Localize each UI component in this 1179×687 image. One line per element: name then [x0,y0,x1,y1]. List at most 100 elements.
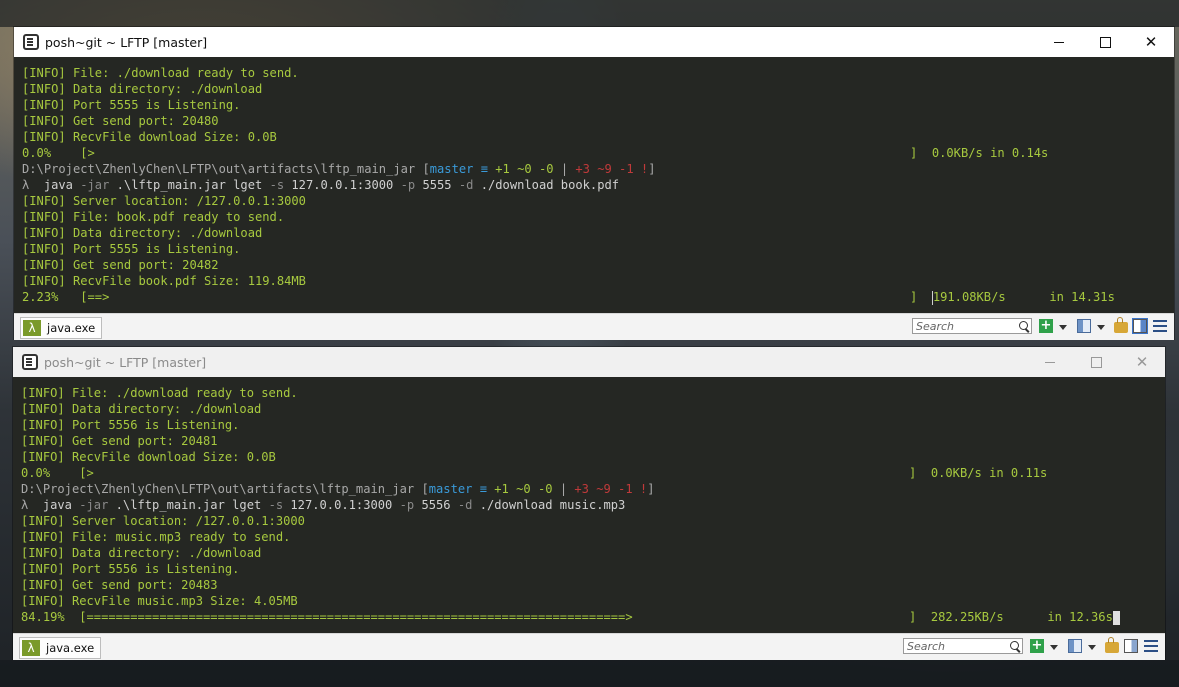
lock-icon[interactable] [1105,637,1119,653]
prompt-bracket-close: ] [648,162,656,176]
log-line: [INFO] Port 5555 is Listening. [22,98,241,112]
log-line: [INFO] Get send port: 20480 [22,114,219,128]
command-line: λ java -jar .\lftp_main.jar lget -s 127.… [21,497,625,513]
new-console-button[interactable]: + [1030,639,1044,653]
progress-stats: ] 191.08KB/s in 14.31s [910,289,1115,305]
tab-label: java.exe [47,321,96,335]
prompt-bracket-open: [ [422,162,430,176]
lock-icon[interactable] [1114,317,1128,333]
git-staged: +1 ~0 -0 [495,162,561,176]
tab-label: java.exe [46,641,95,655]
cmd-flag: -p [400,178,423,192]
log-line: [INFO] Port 5555 is Listening. [22,242,241,256]
progress-line: 0.0% [>] 0.0KB/s in 0.14s [22,145,1174,161]
desktop-background [0,0,1179,27]
window-title: posh~git ~ LFTP [master] [44,354,207,370]
progress-bar: [> [79,466,94,480]
new-console-dropdown-icon[interactable] [1059,325,1067,330]
maximize-icon [1090,356,1102,368]
terminal-window-1[interactable]: posh~git ~ LFTP [master] ✕ [INFO] File: … [14,27,1174,340]
status-bar: λ java.exe Search + [13,633,1165,660]
progress-percent: 84.19% [21,610,80,624]
git-unstaged: +3 ~9 -1 ! [574,482,648,496]
new-console-dropdown-icon[interactable] [1050,645,1058,650]
terminal-output[interactable]: [INFO] File: ./download ready to send. [I… [13,377,1165,633]
log-line: [INFO] Data directory: ./download [22,82,263,96]
minimize-button[interactable] [1036,27,1082,57]
progress-percent: 2.23% [22,290,81,304]
progress-end: ] [909,610,931,624]
panel-dropdown-icon[interactable] [1097,325,1105,330]
title-bar[interactable]: posh~git ~ LFTP [master] ✕ [13,347,1165,377]
panel-dropdown-icon[interactable] [1088,645,1096,650]
terminal-window-2[interactable]: posh~git ~ LFTP [master] ✕ [INFO] File: … [13,347,1165,660]
console-tab[interactable]: λ java.exe [20,317,102,339]
maximize-icon [1099,36,1111,48]
log-line: [INFO] Port 5556 is Listening. [21,562,240,576]
search-input[interactable]: Search [912,318,1032,334]
cmd-flag: -jar [79,498,116,512]
cmd-arg: 127.0.0.1:3000 [290,498,400,512]
new-console-button[interactable]: + [1039,319,1053,333]
title-bar[interactable]: posh~git ~ LFTP [master] ✕ [14,27,1174,57]
window-title: posh~git ~ LFTP [master] [45,34,208,50]
text-cursor [1112,610,1120,625]
progress-end: ] [910,290,932,304]
panel-icon[interactable] [1068,639,1082,653]
cmd-arg: 127.0.0.1:3000 [291,178,401,192]
close-icon: ✕ [1144,33,1158,51]
git-separator: | [560,162,576,176]
log-line: [INFO] Server location: /127.0.0.1:3000 [22,194,306,208]
log-line: [INFO] RecvFile download Size: 0.0B [22,130,277,144]
cmd-arg: ./download music.mp3 [479,498,626,512]
progress-percent: 0.0% [21,466,80,480]
split-view-icon[interactable] [1132,318,1148,334]
progress-end: ] [909,466,931,480]
progress-line: 84.19% [================================… [21,609,1165,625]
transfer-speed: 0.0KB/s in 0.14s [931,146,1049,160]
maximize-button[interactable] [1073,347,1119,377]
transfer-time: in 12.36s [1003,610,1113,624]
prompt-bracket-open: [ [421,482,429,496]
search-icon [1010,641,1019,650]
progress-end: ] [910,146,932,160]
log-line: [INFO] RecvFile book.pdf Size: 119.84MB [22,274,306,288]
lambda-icon: λ [22,640,40,656]
progress-bar: [> [80,146,95,160]
terminal-output[interactable]: [INFO] File: ./download ready to send. [I… [14,57,1174,313]
log-line: [INFO] Server location: /127.0.0.1:3000 [21,514,305,528]
close-button[interactable]: ✕ [1119,347,1165,377]
git-unstaged: +3 ~9 -1 ! [575,162,649,176]
progress-line: 0.0% [>] 0.0KB/s in 0.11s [21,465,1165,481]
panel-icon[interactable] [1077,319,1091,333]
log-line: [INFO] RecvFile download Size: 0.0B [21,450,276,464]
maximize-button[interactable] [1082,27,1128,57]
console-tab[interactable]: λ java.exe [19,637,101,659]
close-button[interactable]: ✕ [1128,27,1174,57]
cmd-arg: 5556 [421,498,458,512]
git-branch: master ≡ [428,482,495,496]
transfer-speed: 0.0KB/s in 0.11s [930,466,1048,480]
prompt-lambda: λ [22,178,44,192]
prompt-bracket-close: ] [647,482,655,496]
cmd-flag: -jar [80,178,117,192]
search-icon [1019,321,1028,330]
cmd-flag: -s [269,178,292,192]
command-line: λ java -jar .\lftp_main.jar lget -s 127.… [22,177,619,193]
console-app-icon [22,354,38,370]
log-line: [INFO] Data directory: ./download [22,226,263,240]
log-line: [INFO] File: ./download ready to send. [22,66,299,80]
split-view-icon[interactable] [1124,639,1138,653]
log-line: [INFO] Get send port: 20483 [21,578,218,592]
cmd-flag: -d [458,178,481,192]
lambda-icon: λ [23,320,41,336]
menu-icon[interactable] [1153,320,1167,332]
menu-icon[interactable] [1144,640,1158,652]
close-icon: ✕ [1135,353,1149,371]
minimize-button[interactable] [1027,347,1073,377]
search-input[interactable]: Search [903,638,1023,654]
log-line: [INFO] File: book.pdf ready to send. [22,210,285,224]
prompt-path: D:\Project\ZhenlyChen\LFTP\out\artifacts… [21,482,422,496]
prompt-path: D:\Project\ZhenlyChen\LFTP\out\artifacts… [22,162,423,176]
minimize-icon [1045,361,1055,363]
